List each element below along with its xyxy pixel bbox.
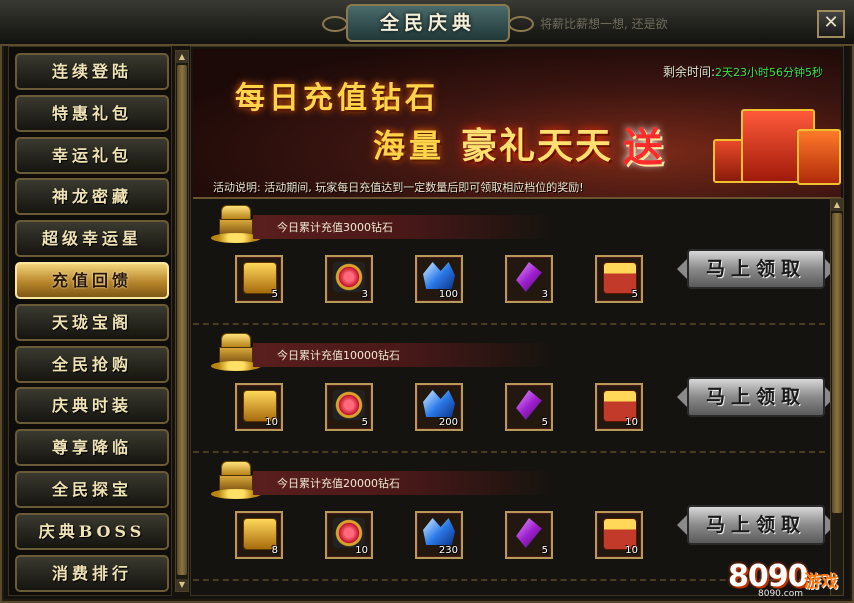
close-button[interactable]: ✕ xyxy=(817,10,845,38)
banner-subline-part2: 豪礼天天 xyxy=(461,125,614,167)
tier-title: 今日累计充值10000钻石 xyxy=(277,349,400,362)
remaining-time-value: 2天23小时56分钟5秒 xyxy=(715,66,824,79)
purple-gem-icon xyxy=(516,390,542,420)
blue-crystal-icon xyxy=(423,262,455,289)
scroll-thumb[interactable] xyxy=(832,213,842,513)
reward-slot[interactable]: 5 xyxy=(505,511,553,559)
sidebar-item[interactable]: 幸运礼包 xyxy=(15,136,169,174)
reward-slot[interactable]: 230 xyxy=(415,511,463,559)
sidebar-item[interactable]: 庆典BOSS xyxy=(15,512,169,550)
reward-slot[interactable]: 5 xyxy=(235,255,283,303)
reward-slot[interactable]: 10 xyxy=(235,383,283,431)
scroll-down-icon[interactable]: ▼ xyxy=(176,579,188,591)
reward-count: 8 xyxy=(271,545,278,556)
remaining-time: 剩余时间:2天23小时56分钟5秒 xyxy=(663,63,823,80)
sidebar-item[interactable]: 全民抢购 xyxy=(15,345,169,383)
reward-tier: 今日累计充值10000钻石 10 5 200 5 10 马上领取 xyxy=(193,327,835,453)
reward-slot[interactable]: 10 xyxy=(595,383,643,431)
purple-gem-icon xyxy=(516,262,542,292)
claim-button[interactable]: 马上领取 xyxy=(677,505,835,545)
title-bar: 将薪比薪想一想, 还是欲 全民庆典 ✕ xyxy=(0,0,854,46)
reward-count: 10 xyxy=(625,417,638,428)
claim-button[interactable]: 马上领取 xyxy=(677,377,835,417)
purple-gem-icon xyxy=(516,518,542,548)
ruby-amulet-icon xyxy=(333,390,365,420)
reward-count: 100 xyxy=(438,289,458,300)
panel-scrollbar[interactable]: ▲ xyxy=(830,198,844,596)
reward-count: 3 xyxy=(361,289,368,300)
gift-box-icon xyxy=(797,129,841,185)
sidebar-item[interactable]: 全民探宝 xyxy=(15,471,169,508)
sidebar-item[interactable]: 连续登陆 xyxy=(15,53,169,90)
window-title: 全民庆典 xyxy=(322,4,534,42)
claim-button[interactable]: 马上领取 xyxy=(677,249,835,289)
activity-panel: 每日充值钻石 海量 豪礼天天 送 剩余时间:2天23小时56分钟5秒 活动说明:… xyxy=(190,46,844,596)
scroll-thumb[interactable] xyxy=(177,65,187,575)
site-watermark: 8090 游戏 8090.com xyxy=(728,553,852,601)
reward-count: 230 xyxy=(438,545,458,556)
reward-slot[interactable]: 5 xyxy=(325,383,373,431)
ruby-amulet-icon xyxy=(333,518,365,548)
blue-crystal-icon xyxy=(423,390,455,417)
sidebar-item[interactable]: 天珑宝阁 xyxy=(15,303,169,341)
reward-slot[interactable]: 100 xyxy=(415,255,463,303)
reward-slot[interactable]: 3 xyxy=(325,255,373,303)
event-banner: 每日充值钻石 海量 豪礼天天 送 剩余时间:2天23小时56分钟5秒 活动说明:… xyxy=(193,49,841,199)
reward-slot[interactable]: 10 xyxy=(595,511,643,559)
remaining-time-label: 剩余时间: xyxy=(663,65,716,79)
event-window: 将薪比薪想一想, 还是欲 全民庆典 ✕ 连续登陆特惠礼包幸运礼包神龙密藏超级幸运… xyxy=(0,0,854,603)
scroll-up-icon[interactable]: ▲ xyxy=(176,51,188,63)
reward-slot[interactable]: 200 xyxy=(415,383,463,431)
sidebar-item[interactable]: 充值回馈 xyxy=(15,262,169,299)
activity-sidebar: 连续登陆特惠礼包幸运礼包神龙密藏超级幸运星充值回馈天珑宝阁全民抢购庆典时装尊享降… xyxy=(8,46,172,596)
reward-count: 200 xyxy=(438,417,458,428)
sidebar-item[interactable]: 超级幸运星 xyxy=(15,220,169,258)
reward-count: 5 xyxy=(541,417,548,428)
tier-title: 今日累计充值20000钻石 xyxy=(277,477,400,490)
reward-count: 5 xyxy=(631,289,638,300)
banner-subline-part3: 送 xyxy=(623,124,663,171)
sidebar-item[interactable]: 消费排行 xyxy=(15,554,169,592)
watermark-url: 8090.com xyxy=(758,589,803,599)
blue-crystal-icon xyxy=(423,518,455,545)
reward-slot[interactable]: 10 xyxy=(325,511,373,559)
reward-count: 10 xyxy=(355,545,368,556)
tier-title: 今日累计充值3000钻石 xyxy=(277,221,393,234)
reward-count: 5 xyxy=(361,417,368,428)
reward-count: 3 xyxy=(541,289,548,300)
sidebar-item[interactable]: 庆典时装 xyxy=(15,387,169,425)
banner-subline-part1: 海量 xyxy=(373,127,446,165)
sidebar-item[interactable]: 神龙密藏 xyxy=(15,178,169,216)
sidebar-scrollbar[interactable]: ▲ ▼ xyxy=(175,50,189,592)
reward-count: 10 xyxy=(625,545,638,556)
sidebar-item[interactable]: 尊享降临 xyxy=(15,429,169,467)
sidebar-item[interactable]: 特惠礼包 xyxy=(15,94,169,132)
banner-headline: 每日充值钻石 xyxy=(235,81,439,116)
reward-slot[interactable]: 5 xyxy=(595,255,643,303)
reward-count: 5 xyxy=(541,545,548,556)
reward-tier: 今日累计充值3000钻石 5 3 100 3 5 马上领取 xyxy=(193,199,835,325)
ruby-amulet-icon xyxy=(333,262,365,292)
reward-count: 10 xyxy=(265,417,278,428)
reward-slot[interactable]: 5 xyxy=(505,383,553,431)
reward-slot[interactable]: 8 xyxy=(235,511,283,559)
scroll-up-icon[interactable]: ▲ xyxy=(831,199,843,211)
activity-description: 活动说明: 活动期间, 玩家每日充值达到一定数量后即可领取相应档位的奖励! xyxy=(213,181,584,194)
reward-slot[interactable]: 3 xyxy=(505,255,553,303)
reward-count: 5 xyxy=(271,289,278,300)
background-chat-text: 将薪比薪想一想, 还是欲 xyxy=(540,17,668,31)
watermark-text: 游戏 xyxy=(804,572,838,592)
